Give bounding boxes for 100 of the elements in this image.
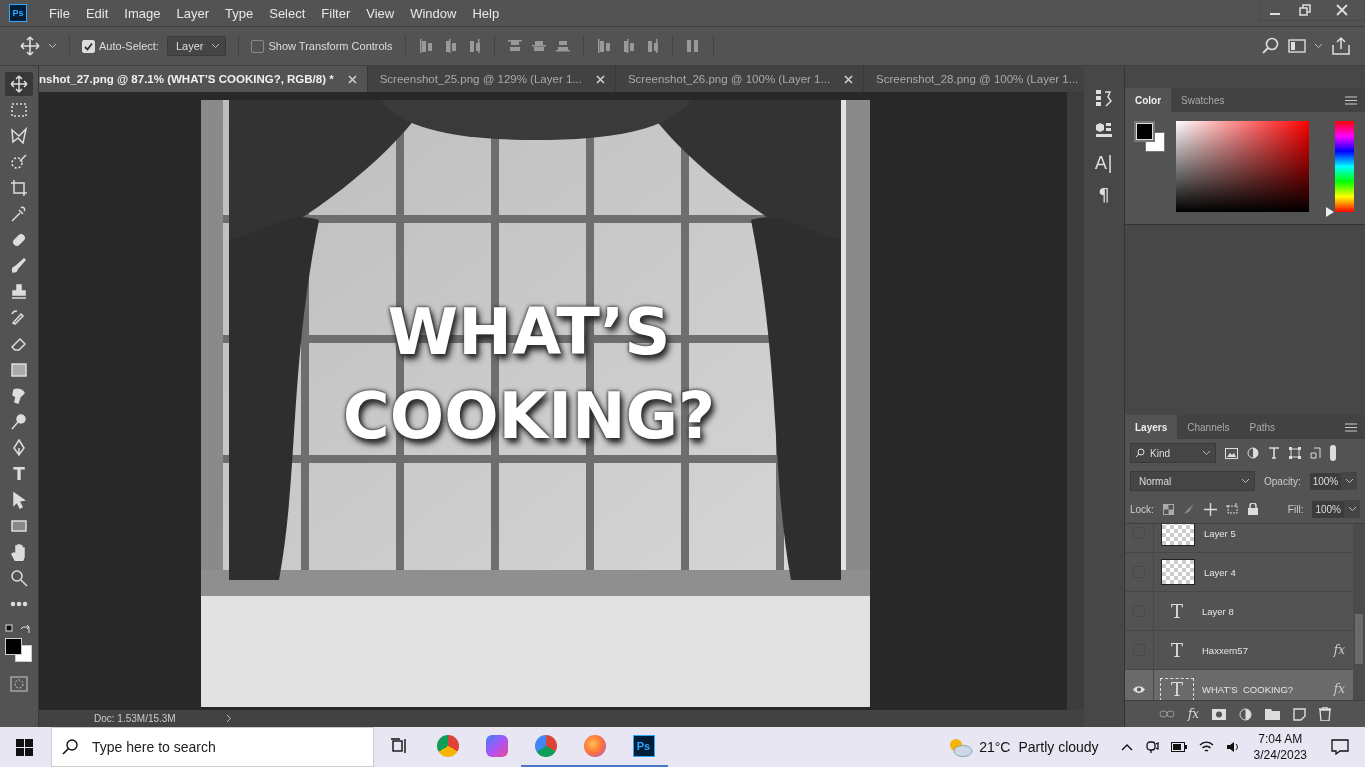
panel-tab[interactable]: Swatches xyxy=(1171,88,1235,112)
add-style-button[interactable]: fx xyxy=(1187,707,1200,721)
close-icon[interactable] xyxy=(347,74,357,84)
folder-icon[interactable] xyxy=(1265,708,1281,720)
image-filter-icon[interactable] xyxy=(1225,447,1238,459)
distribute-icon[interactable] xyxy=(684,38,701,54)
effects-label[interactable]: fx xyxy=(1333,643,1345,657)
trash-icon[interactable] xyxy=(1319,707,1332,721)
menu-item[interactable]: Window xyxy=(402,1,465,25)
menu-item[interactable]: Filter xyxy=(313,1,359,25)
menu-item[interactable]: Image xyxy=(116,1,169,25)
align-icon[interactable] xyxy=(506,38,523,54)
color-swatches[interactable] xyxy=(1134,121,1166,153)
taskbar-app-button[interactable]: Ps xyxy=(619,727,668,767)
target-dropdown[interactable]: Layer xyxy=(166,36,227,56)
align-icon[interactable] xyxy=(554,38,571,54)
speaker-icon[interactable] xyxy=(1225,741,1240,753)
lock-icon[interactable] xyxy=(1247,503,1258,515)
menu-item[interactable]: Select xyxy=(261,1,314,25)
mask-icon[interactable] xyxy=(1212,708,1227,720)
taskbar-search-bar[interactable]: Type here to search xyxy=(51,727,374,767)
lock-pixels-icon[interactable] xyxy=(1162,503,1174,515)
swap-colors-icon[interactable] xyxy=(5,624,33,636)
chevron-up-icon[interactable] xyxy=(1120,743,1133,751)
filter-dropdown[interactable]: Kind xyxy=(1130,443,1216,463)
menu-item[interactable]: View xyxy=(358,1,403,25)
wifi-icon[interactable] xyxy=(1198,741,1214,753)
tool-button[interactable] xyxy=(5,72,33,96)
document-tab[interactable]: nshot_27.png @ 87.1% (WHAT’S COOKING?, RGB/8) * xyxy=(39,66,368,92)
artboard-icon[interactable] xyxy=(1225,503,1239,515)
new-layer-icon[interactable] xyxy=(1293,707,1307,721)
zoom-icon xyxy=(10,569,28,587)
windows-start-icon[interactable] xyxy=(16,738,33,756)
rectangle-icon xyxy=(10,517,28,535)
move-icon[interactable] xyxy=(20,36,40,56)
share-icon[interactable] xyxy=(1331,36,1351,56)
app-logo[interactable]: Ps xyxy=(9,4,27,22)
align-icon[interactable] xyxy=(417,38,434,54)
color-field[interactable] xyxy=(1176,121,1309,212)
browser-icon xyxy=(583,735,606,757)
slider-thumb[interactable] xyxy=(1326,207,1334,217)
panel-button[interactable]: ¶ xyxy=(1090,182,1118,206)
eye-icon[interactable] xyxy=(1132,684,1146,694)
auto-select-checkbox[interactable] xyxy=(82,39,95,53)
hand-icon xyxy=(10,543,28,561)
effects-label[interactable]: fx xyxy=(1333,682,1345,696)
opacity-field[interactable]: 100% xyxy=(1309,472,1342,490)
panel-tab[interactable]: Channels xyxy=(1177,415,1240,439)
layer-row[interactable]: T WHAT’S COOKING? fx xyxy=(1125,670,1353,700)
close-icon[interactable] xyxy=(844,74,854,84)
shape-filter-icon[interactable] xyxy=(1289,447,1301,459)
filter-toggle[interactable] xyxy=(1330,445,1336,461)
quick-mask-icon[interactable] xyxy=(10,676,28,692)
type-tool[interactable]: T xyxy=(5,462,33,486)
blend-mode-dropdown[interactable]: Normal xyxy=(1130,471,1255,491)
restore-icon xyxy=(1299,4,1311,16)
align-icon[interactable] xyxy=(530,38,547,54)
clock-date[interactable]: 3/24/2023 xyxy=(1253,747,1307,763)
layer-row[interactable]: Layer 4 xyxy=(1125,553,1353,592)
menu-icon[interactable] xyxy=(1345,422,1357,432)
scrollbar-thumb[interactable] xyxy=(1355,614,1363,664)
adjustment-filter-icon[interactable] xyxy=(1247,447,1259,459)
search-input[interactable]: Type here to search xyxy=(90,738,354,756)
panel-tab[interactable]: Paths xyxy=(1239,415,1286,439)
weather-text[interactable]: Partly cloudy xyxy=(1018,739,1099,755)
menu-item[interactable]: Help xyxy=(464,1,508,25)
adjustment-icon[interactable] xyxy=(1239,707,1253,721)
smart-object-filter-icon[interactable] xyxy=(1310,447,1321,459)
move-icon[interactable] xyxy=(1203,502,1217,516)
menu-item[interactable]: Type xyxy=(217,1,262,25)
document-tab[interactable]: Screenshot_26.png @ 100% (Layer 1... xyxy=(615,66,865,92)
temperature-text[interactable]: 21°C xyxy=(979,739,1011,755)
workspace-icon[interactable] xyxy=(1288,38,1306,54)
panel-tab[interactable]: Color xyxy=(1125,88,1172,112)
battery-icon[interactable] xyxy=(1170,742,1187,752)
meet-now-icon[interactable] xyxy=(1144,740,1159,754)
search-icon[interactable] xyxy=(1262,37,1280,55)
menu-icon[interactable] xyxy=(1345,95,1357,105)
transform-controls-checkbox[interactable] xyxy=(251,39,265,53)
scrollbar[interactable] xyxy=(1067,92,1084,710)
menu-item[interactable]: Layer xyxy=(168,1,218,25)
close-icon[interactable] xyxy=(595,74,605,84)
type-layer-icon: T xyxy=(1161,600,1193,622)
layer-row[interactable]: Layer 5 xyxy=(1125,524,1353,553)
align-icon[interactable] xyxy=(595,38,612,54)
eraser-icon xyxy=(10,335,28,353)
clock-time[interactable]: 7:04 AM xyxy=(1258,731,1303,747)
notifications-icon[interactable] xyxy=(1331,739,1349,755)
type-filter-icon[interactable] xyxy=(1268,447,1280,459)
fill-dropdown[interactable] xyxy=(1344,500,1360,518)
menu-item[interactable]: File xyxy=(41,1,78,25)
menu-item[interactable]: Edit xyxy=(77,1,117,25)
gradient-icon xyxy=(10,361,28,379)
opacity-dropdown[interactable] xyxy=(1341,472,1358,490)
panel-tab[interactable]: Layers xyxy=(1125,415,1178,439)
fill-field[interactable]: 100% xyxy=(1312,500,1344,518)
document-tab[interactable]: Screenshot_25.png @ 129% (Layer 1... xyxy=(367,66,616,92)
color-swatches[interactable] xyxy=(5,638,33,662)
panel-button[interactable]: A| xyxy=(1090,150,1118,174)
link-icon[interactable] xyxy=(1158,710,1175,718)
